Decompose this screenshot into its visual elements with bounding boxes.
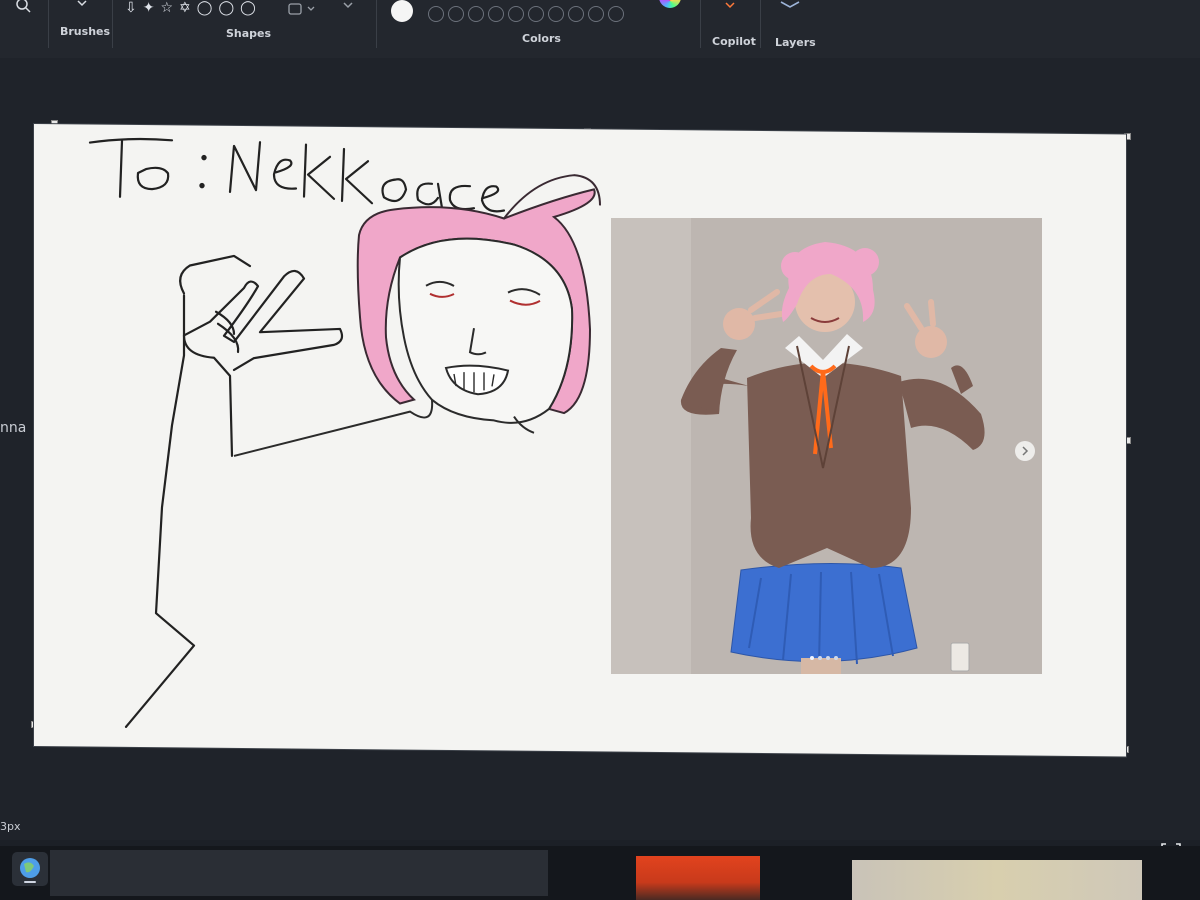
toolbar-ribbon: Brushes ⇩ ✦ ☆ ✡ ◯ ◯ ◯ Shapes Colors Copi… <box>0 0 1200 59</box>
video-thumbnail[interactable] <box>636 856 760 900</box>
custom-color-slot[interactable] <box>448 6 464 22</box>
custom-color-slots <box>428 6 624 22</box>
taskbar-app-button[interactable] <box>12 852 48 886</box>
carousel-dot[interactable] <box>834 656 838 660</box>
cosplay-photo-illustration <box>611 218 1042 674</box>
copilot-icon[interactable] <box>722 0 738 12</box>
divider <box>112 0 113 48</box>
custom-color-slot[interactable] <box>548 6 564 22</box>
brush-size-readout: 3px <box>0 820 21 833</box>
face-drawing <box>397 237 574 424</box>
carousel-dot[interactable] <box>826 656 830 660</box>
star-shape-icon[interactable]: ☆ <box>160 0 173 16</box>
carousel-dots[interactable] <box>810 656 838 660</box>
hand-drawing-lines <box>124 254 344 728</box>
copilot-group-label[interactable]: Copilot <box>712 35 756 48</box>
custom-color-slot[interactable] <box>488 6 504 22</box>
custom-color-slot[interactable] <box>608 6 624 22</box>
color-picker-icon[interactable] <box>659 0 681 8</box>
custom-color-slot[interactable] <box>568 6 584 22</box>
four-point-star-shape-icon[interactable]: ✦ <box>143 0 155 16</box>
custom-color-slot[interactable] <box>528 6 544 22</box>
zoom-icon[interactable] <box>14 0 32 14</box>
video-thumbnail[interactable] <box>852 860 1142 900</box>
divider <box>760 0 761 48</box>
taskbar-window-strip[interactable] <box>50 850 548 896</box>
chevron-down-icon[interactable] <box>342 2 354 10</box>
six-point-star-shape-icon[interactable]: ✡ <box>179 0 191 16</box>
divider <box>48 0 49 48</box>
divider <box>376 0 377 48</box>
thought-bubble-shape-icon[interactable]: ◯ <box>240 0 256 16</box>
custom-color-slot[interactable] <box>428 6 444 22</box>
caption-drawing <box>88 137 506 213</box>
hand-drawing <box>88 137 601 728</box>
layers-icon[interactable] <box>779 0 801 12</box>
shapes-group-label[interactable]: Shapes <box>226 27 271 40</box>
chevron-down-icon[interactable] <box>76 0 88 8</box>
callout-shape-icon[interactable]: ◯ <box>218 0 234 16</box>
custom-color-slot[interactable] <box>588 6 604 22</box>
active-color-swatch[interactable] <box>391 0 413 22</box>
arrow-down-shape-icon[interactable]: ⇩ <box>125 0 137 16</box>
carousel-dot[interactable] <box>818 656 822 660</box>
custom-color-slot[interactable] <box>468 6 484 22</box>
shapes-gallery[interactable]: ⇩ ✦ ☆ ✡ ◯ ◯ ◯ <box>125 0 256 16</box>
partial-side-text: nna <box>0 420 27 436</box>
carousel-dot[interactable] <box>810 656 814 660</box>
custom-color-slot[interactable] <box>508 6 524 22</box>
brushes-group-label[interactable]: Brushes <box>60 25 110 38</box>
globe-app-icon <box>20 858 40 883</box>
layers-group-label[interactable]: Layers <box>775 36 816 49</box>
pasted-cosplay-photo[interactable] <box>611 218 1042 674</box>
divider <box>700 0 701 48</box>
next-image-button[interactable] <box>1015 441 1035 461</box>
colors-group-label[interactable]: Colors <box>522 32 561 45</box>
fill-shape-icon[interactable] <box>288 2 318 16</box>
chevron-right-icon <box>1022 446 1029 456</box>
speech-bubble-shape-icon[interactable]: ◯ <box>197 0 213 16</box>
